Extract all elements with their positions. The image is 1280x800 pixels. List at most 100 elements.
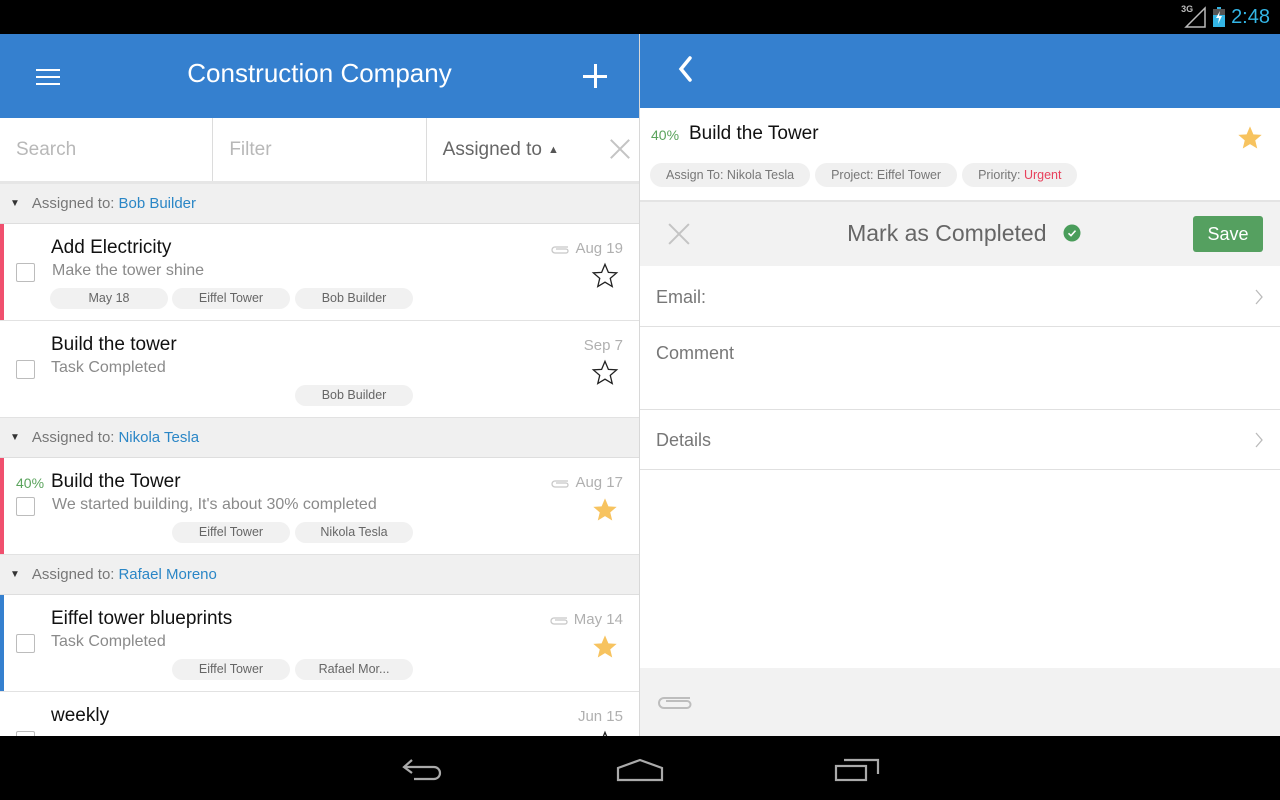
attachment-icon [551, 479, 570, 488]
add-task-button[interactable] [577, 58, 613, 94]
task-title: Build the tower [51, 334, 177, 355]
project-chip[interactable]: Project: Eiffel Tower [815, 163, 958, 187]
attachment-icon [551, 245, 570, 254]
star-filled-icon[interactable] [1236, 124, 1264, 152]
group-prefix: Assigned to: [31, 429, 115, 446]
task-row[interactable]: Build the tower Task Completed Sep 7 Bob… [0, 321, 639, 418]
task-checkbox[interactable] [16, 263, 35, 282]
task-row[interactable]: Eiffel tower blueprints Task Completed M… [0, 595, 639, 692]
priority-chip[interactable]: Priority: Urgent [962, 163, 1078, 187]
task-title: Build the Tower [51, 471, 181, 492]
attachment-icon[interactable] [654, 690, 696, 714]
app-title: Construction Company [187, 58, 452, 88]
task-date: May 14 [573, 611, 623, 628]
recent-apps-icon[interactable] [826, 750, 886, 786]
caret-down-icon: ▼ [10, 198, 20, 209]
check-circle-icon [1063, 224, 1081, 242]
attachment-bar [640, 668, 1280, 736]
details-row[interactable]: Details [640, 410, 1280, 470]
task-list-pane: Construction Company Assigned to ▲ ▼ Ass… [0, 34, 639, 736]
chevron-right-icon [1255, 432, 1263, 448]
clock: 2:48 [1231, 6, 1270, 28]
mark-completed-toggle[interactable]: Mark as Completed [640, 220, 1280, 247]
caret-down-icon: ▼ [10, 432, 20, 443]
home-icon[interactable] [610, 750, 670, 786]
mark-completed-label: Mark as Completed [847, 220, 1047, 246]
tag-assignee: Rafael Mor... [295, 659, 413, 680]
task-row[interactable]: weekly Jun 15 [0, 692, 639, 736]
task-subtitle: Task Completed [51, 359, 166, 376]
triangle-up-icon: ▲ [547, 143, 559, 156]
tag-project: Eiffel Tower [172, 659, 290, 680]
star-filled-icon[interactable] [591, 633, 619, 661]
group-assignee[interactable]: Nikola Tesla [118, 429, 199, 446]
task-subtitle: Make the tower shine [52, 262, 205, 279]
details-label: Details [656, 430, 712, 450]
task-date: Jun 15 [577, 708, 623, 725]
group-prefix: Assigned to: [31, 566, 115, 583]
task-row[interactable]: Add Electricity Make the tower shine Aug… [0, 224, 639, 321]
detail-title[interactable]: Build the Tower [689, 123, 819, 145]
task-detail-pane: 40% Build the Tower Assign To: Nikola Te… [640, 34, 1280, 736]
email-label: Email: [656, 287, 707, 307]
signal-icon: 3G [1181, 4, 1207, 28]
group-header-rafael-moreno[interactable]: ▼ Assigned to: Rafael Moreno [0, 555, 639, 595]
clear-filter-button[interactable] [607, 136, 633, 162]
back-chevron-icon[interactable] [670, 52, 700, 86]
save-button[interactable]: Save [1193, 216, 1263, 252]
priority-value: Urgent [1023, 168, 1062, 182]
mark-complete-bar: Mark as Completed Save [640, 202, 1280, 266]
caret-down-icon: ▼ [10, 569, 20, 580]
assign-to-chip[interactable]: Assign To: Nikola Tesla [650, 163, 811, 187]
tag-assignee: Bob Builder [295, 385, 413, 406]
task-progress: 40% [16, 475, 45, 491]
search-input[interactable] [16, 138, 213, 161]
task-checkbox[interactable] [16, 360, 35, 379]
detail-header: 40% Build the Tower Assign To: Nikola Te… [640, 108, 1280, 202]
sort-label: Assigned to [442, 138, 542, 160]
task-title: weekly [51, 705, 110, 726]
group-prefix: Assigned to: [31, 195, 115, 212]
task-checkbox[interactable] [16, 497, 35, 516]
group-header-bob-builder[interactable]: ▼ Assigned to: Bob Builder [0, 184, 639, 224]
priority-stripe [0, 595, 4, 691]
priority-label: Priority: [978, 168, 1021, 182]
task-checkbox[interactable] [16, 634, 35, 653]
network-type: 3G [1181, 4, 1194, 14]
task-title: Eiffel tower blueprints [51, 608, 233, 629]
group-header-nikola-tesla[interactable]: ▼ Assigned to: Nikola Tesla [0, 418, 639, 458]
detail-app-bar [640, 34, 1280, 108]
filter-input[interactable] [229, 138, 426, 161]
tag-assignee: Bob Builder [295, 288, 413, 309]
priority-stripe [0, 458, 4, 554]
task-date: Aug 17 [575, 474, 623, 491]
detail-progress: 40% [651, 127, 680, 143]
filter-bar: Assigned to ▲ [0, 118, 639, 184]
chevron-right-icon [1255, 289, 1263, 305]
tag-project: Eiffel Tower [172, 288, 290, 309]
group-assignee[interactable]: Rafael Moreno [118, 566, 216, 583]
email-field[interactable]: Email: [640, 266, 1280, 327]
tag-due-date: May 18 [50, 288, 168, 309]
battery-charging-icon [1213, 7, 1226, 27]
star-outline-icon[interactable] [591, 262, 619, 290]
star-filled-icon[interactable] [591, 496, 619, 524]
task-date: Sep 7 [583, 337, 623, 354]
group-assignee[interactable]: Bob Builder [118, 195, 196, 212]
task-subtitle: Task Completed [51, 633, 166, 650]
status-bar: 3G 2:48 [0, 0, 1280, 34]
comment-input[interactable]: Comment [640, 327, 1280, 410]
tag-assignee: Nikola Tesla [295, 522, 413, 543]
priority-stripe [0, 224, 4, 320]
task-title: Add Electricity [51, 237, 172, 258]
task-date: Aug 19 [575, 240, 623, 257]
sort-dropdown[interactable]: Assigned to ▲ [427, 118, 639, 181]
tag-project: Eiffel Tower [172, 522, 290, 543]
star-outline-icon[interactable] [591, 359, 619, 387]
comment-placeholder: Comment [656, 343, 735, 363]
back-icon[interactable] [394, 750, 454, 786]
attachment-icon [550, 616, 568, 625]
task-row[interactable]: 40% Build the Tower We started building,… [0, 458, 639, 555]
app-bar: Construction Company [0, 34, 639, 118]
system-nav-bar [0, 736, 1280, 800]
